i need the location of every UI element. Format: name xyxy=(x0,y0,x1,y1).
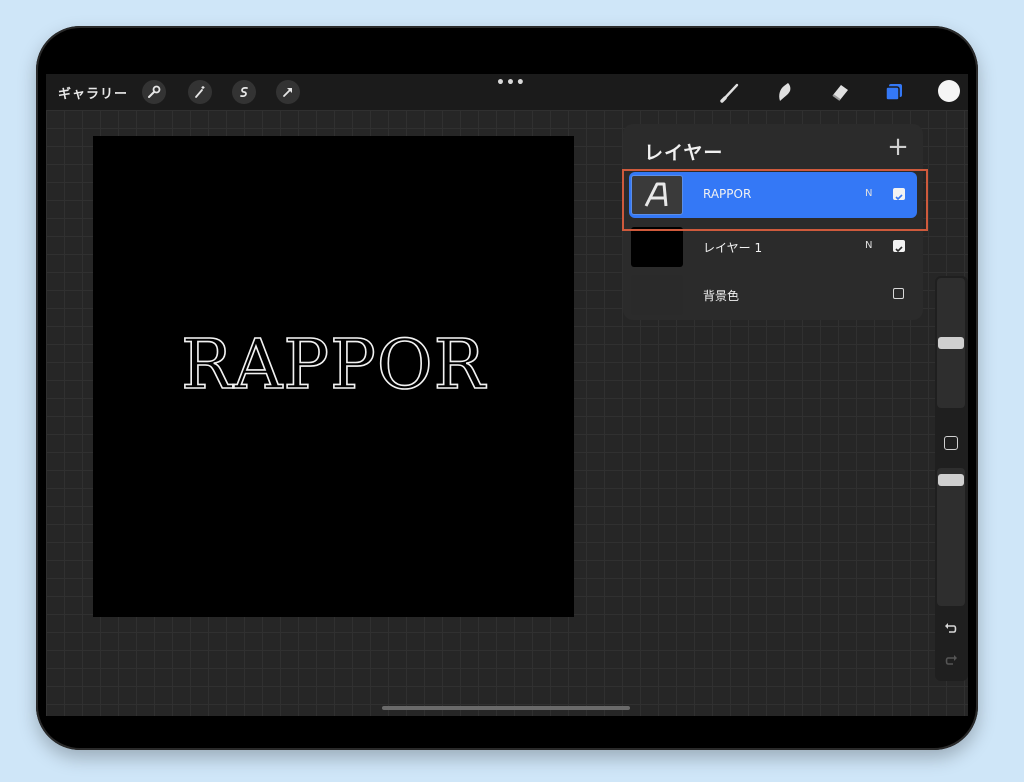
smudge-button[interactable] xyxy=(771,78,799,106)
layer-row-background-color[interactable]: 背景色 xyxy=(629,272,917,318)
eraser-icon xyxy=(832,85,848,101)
layer-row-rappor[interactable]: RAPPOR N xyxy=(629,172,917,218)
opacity-slider[interactable] xyxy=(937,468,965,606)
modify-button[interactable] xyxy=(944,436,958,450)
add-layer-button[interactable]: + xyxy=(883,132,913,162)
visibility-checkbox[interactable] xyxy=(893,288,904,299)
layer-name: レイヤー 1 xyxy=(703,241,763,255)
layer-name: 背景色 xyxy=(703,289,740,303)
undo-icon xyxy=(945,623,957,633)
layer-thumbnail xyxy=(631,175,683,215)
smudge-icon xyxy=(779,83,791,101)
layers-panel-title: レイヤー xyxy=(644,142,724,164)
visibility-checkbox[interactable] xyxy=(893,240,905,253)
undo-button[interactable] xyxy=(941,618,961,638)
checkmark-icon xyxy=(895,194,903,201)
more-menu-button[interactable]: ••• xyxy=(496,75,526,91)
brush-button[interactable] xyxy=(716,78,744,106)
transform-button[interactable] xyxy=(276,80,300,104)
side-bar xyxy=(935,276,968,681)
eraser-button[interactable] xyxy=(826,78,854,106)
transform-arrow-icon xyxy=(283,88,292,97)
selection-icon xyxy=(240,86,248,98)
procreate-screen: ギャラリー ••• RAPPOR レイヤー + RAPPOR N レイヤー 1 … xyxy=(46,74,968,716)
blend-mode-button[interactable]: N xyxy=(865,188,872,199)
layer-thumbnail xyxy=(631,227,683,267)
brush-size-thumb[interactable] xyxy=(938,337,964,349)
wrench-icon xyxy=(148,85,161,98)
adjustments-button[interactable] xyxy=(188,80,212,104)
layers-icon xyxy=(885,84,902,101)
layer-name: RAPPOR xyxy=(703,187,752,201)
layer-row-layer-1[interactable]: レイヤー 1 N xyxy=(629,224,917,270)
checkmark-icon xyxy=(895,246,903,253)
canvas-text-rappor: RAPPOR xyxy=(180,325,486,406)
visibility-checkbox[interactable] xyxy=(893,188,905,201)
selection-button[interactable] xyxy=(232,80,256,104)
text-layer-a-icon xyxy=(644,182,668,207)
opacity-thumb[interactable] xyxy=(938,474,964,487)
brush-icon xyxy=(720,83,739,103)
layers-button[interactable] xyxy=(880,78,908,106)
top-toolbar: ギャラリー ••• xyxy=(46,74,968,110)
magic-wand-icon xyxy=(195,86,205,98)
layers-panel: レイヤー + RAPPOR N レイヤー 1 N 背景色 xyxy=(623,124,923,320)
blend-mode-button[interactable]: N xyxy=(865,240,872,251)
actions-button[interactable] xyxy=(142,80,166,104)
gallery-button[interactable]: ギャラリー xyxy=(58,83,128,102)
home-indicator xyxy=(382,706,630,710)
layer-thumbnail xyxy=(631,275,683,315)
redo-icon xyxy=(945,655,957,665)
artwork-canvas[interactable]: RAPPOR xyxy=(93,136,574,617)
redo-button[interactable] xyxy=(941,650,961,670)
color-picker-button[interactable] xyxy=(938,80,960,102)
